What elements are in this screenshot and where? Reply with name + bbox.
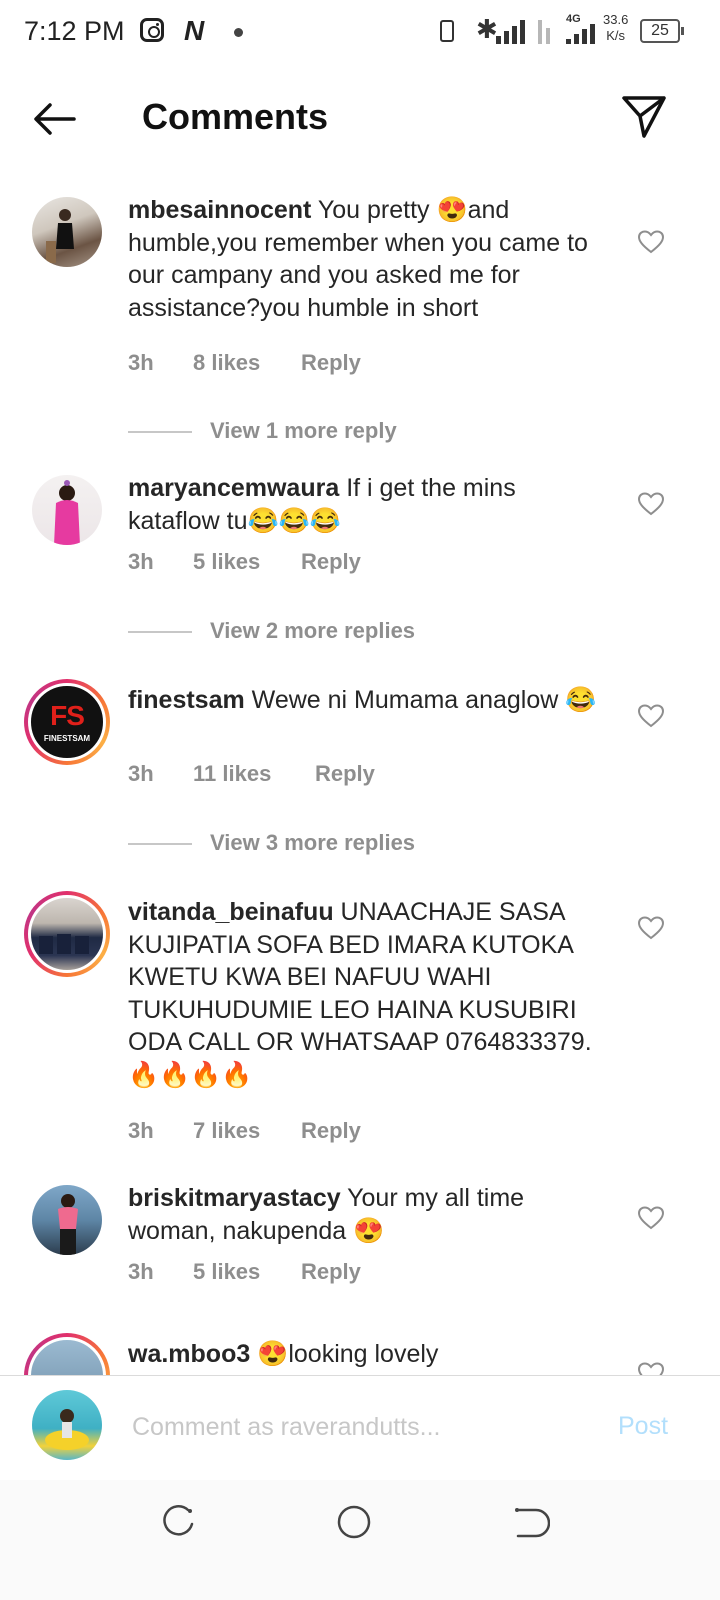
reply-button[interactable]: Reply: [301, 1259, 361, 1285]
avatar-logo-sub: FINESTSAM: [43, 734, 91, 743]
divider: [128, 631, 192, 633]
comment-time: 3h: [128, 1259, 154, 1284]
network-speed: 33.6 K/s: [603, 12, 629, 43]
comment-text: vitanda_beinafuu UNAACHAJE SASA KUJIPATI…: [128, 898, 592, 1089]
reply-button[interactable]: Reply: [301, 1118, 361, 1144]
avatar[interactable]: [24, 891, 110, 977]
reply-button[interactable]: Reply: [301, 350, 361, 376]
back-arrow-icon[interactable]: [30, 94, 80, 144]
battery-icon: 25: [640, 19, 684, 43]
heart-icon[interactable]: [638, 916, 664, 940]
my-avatar[interactable]: [32, 1390, 102, 1460]
comment-username[interactable]: finestsam: [128, 686, 245, 714]
comment-username[interactable]: mbesainnocent: [128, 196, 311, 224]
signal-icon-2: [534, 18, 566, 44]
signal-icon: [496, 18, 528, 44]
bluetooth-icon: ✱: [476, 14, 498, 44]
comment-item: maryancemwaura If i get the mins kataflo…: [0, 472, 720, 662]
comment-likes[interactable]: 5 likes: [193, 1259, 260, 1285]
comment-time: 3h: [128, 761, 154, 786]
avatar[interactable]: [32, 1185, 102, 1255]
page-title: Comments: [142, 96, 329, 137]
comment-likes[interactable]: 5 likes: [193, 549, 260, 575]
comment-input-bar: Post: [0, 1375, 720, 1481]
comment-likes[interactable]: 8 likes: [193, 350, 260, 376]
comment-time: 3h: [128, 1118, 154, 1143]
send-icon[interactable]: [620, 92, 668, 140]
comment-likes[interactable]: 7 likes: [193, 1118, 260, 1144]
status-time: 7:12 PM: [24, 16, 125, 46]
heart-icon[interactable]: [638, 230, 664, 254]
more-notifications-icon: [234, 28, 243, 37]
home-icon[interactable]: [334, 1502, 374, 1542]
header: Comments: [0, 64, 720, 174]
comment-item: FS FINESTSAM finestsam Wewe ni Mumama an…: [0, 679, 720, 874]
comment-text: wa.mboo3 😍looking lovely: [128, 1340, 439, 1368]
comment-item: briskitmaryastacy Your my all time woman…: [0, 1182, 720, 1302]
comment-username[interactable]: vitanda_beinafuu: [128, 898, 334, 926]
comment-text: finestsam Wewe ni Mumama anaglow 😂: [128, 686, 597, 714]
comment-text: maryancemwaura If i get the mins kataflo…: [128, 474, 516, 535]
system-nav-bar: [0, 1480, 720, 1600]
comment-username[interactable]: maryancemwaura: [128, 474, 339, 502]
cellular-signal-icon: [566, 24, 598, 44]
comment-text: mbesainnocent You pretty 😍and humble,you…: [128, 196, 588, 322]
comment-item: wa.mboo3 😍looking lovely: [0, 1333, 720, 1375]
comment-item: vitanda_beinafuu UNAACHAJE SASA KUJIPATI…: [0, 891, 720, 1143]
avatar[interactable]: [24, 1333, 110, 1375]
heart-icon[interactable]: [638, 1206, 664, 1230]
post-button[interactable]: Post: [618, 1412, 668, 1441]
comment-input[interactable]: [130, 1396, 584, 1458]
divider: [128, 843, 192, 845]
comment-item: mbesainnocent You pretty 😍and humble,you…: [0, 194, 720, 443]
comment-likes[interactable]: 11 likes: [193, 761, 271, 787]
comment-username[interactable]: briskitmaryastacy: [128, 1184, 341, 1212]
avatar[interactable]: [32, 475, 102, 545]
instagram-notification-icon: [140, 18, 164, 42]
status-bar: 7:12 PM N ✱ 4G 33.6 K/s 25: [0, 0, 720, 64]
avatar[interactable]: FS FINESTSAM: [24, 679, 110, 765]
comment-text: briskitmaryastacy Your my all time woman…: [128, 1184, 525, 1245]
reply-button[interactable]: Reply: [301, 549, 361, 575]
comment-username[interactable]: wa.mboo3: [128, 1340, 250, 1368]
comment-time: 3h: [128, 549, 154, 574]
recents-icon[interactable]: [158, 1502, 198, 1542]
comment-time: 3h: [128, 350, 154, 375]
heart-icon[interactable]: [638, 1362, 664, 1375]
heart-icon[interactable]: [638, 492, 664, 516]
avatar-logo: FS: [50, 700, 85, 731]
back-icon[interactable]: [510, 1502, 550, 1542]
reply-button[interactable]: Reply: [315, 761, 375, 787]
heart-icon[interactable]: [638, 704, 664, 728]
vibrate-icon: [440, 20, 454, 42]
app-notification-icon: N: [184, 15, 205, 46]
comments-list[interactable]: mbesainnocent You pretty 😍and humble,you…: [0, 180, 720, 1375]
divider: [128, 431, 192, 433]
avatar[interactable]: [32, 197, 102, 267]
